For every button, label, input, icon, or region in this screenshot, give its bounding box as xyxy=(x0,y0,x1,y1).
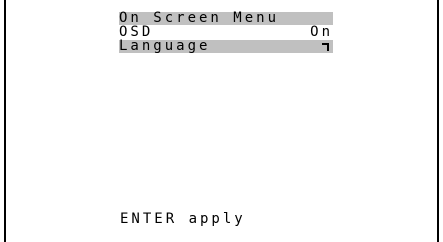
osd-screen: On Screen Menu OSD On Language ENTER app… xyxy=(4,0,439,242)
submenu-arrow-icon xyxy=(322,43,329,51)
footer-hint: ENTER apply xyxy=(120,211,246,227)
osd-menu: On Screen Menu OSD On Language xyxy=(119,11,333,54)
menu-item-language[interactable]: Language xyxy=(119,38,333,54)
menu-item-language-label: Language xyxy=(119,38,211,54)
menu-item-osd-value: On xyxy=(310,24,333,40)
